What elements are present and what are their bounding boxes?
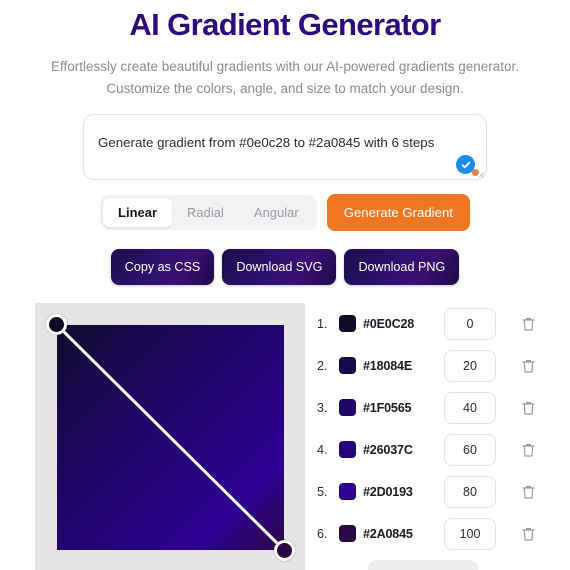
trash-icon	[522, 317, 535, 331]
stop-hex-label: #0E0C28	[363, 316, 415, 331]
tab-angular[interactable]: Angular	[239, 198, 314, 227]
copy-as-css-button[interactable]: Copy as CSS	[110, 249, 215, 286]
delete-stop-button[interactable]	[519, 440, 538, 460]
table-row: 4. #26037C	[317, 433, 570, 466]
gradient-preview-panel[interactable]	[35, 303, 305, 570]
prompt-textarea[interactable]: Generate gradient from #0e0c28 to #2a084…	[83, 114, 487, 181]
editor-area: 1. #0E0C28 2. #18084E	[0, 303, 570, 570]
gradient-canvas[interactable]	[46, 314, 295, 562]
table-row: 6. #2A0845	[317, 517, 570, 550]
stop-index: 1.	[317, 316, 328, 331]
color-swatch[interactable]	[339, 441, 356, 459]
delete-stop-button[interactable]	[519, 314, 538, 334]
stop-index: 4.	[317, 442, 328, 457]
subtitle-line-2: Customize the colors, angle, and size to…	[106, 81, 464, 97]
stop-position-input[interactable]	[444, 307, 496, 340]
color-swatch[interactable]	[339, 483, 356, 501]
page-subtitle: Effortlessly create beautiful gradients …	[0, 56, 570, 101]
color-swatch[interactable]	[339, 315, 356, 333]
trash-icon	[522, 485, 535, 499]
stop-position-input[interactable]	[444, 391, 496, 424]
stop-position-input[interactable]	[444, 433, 496, 466]
add-color-button[interactable]	[368, 560, 478, 570]
stop-hex-label: #2A0845	[363, 526, 413, 541]
tab-linear[interactable]: Linear	[103, 198, 173, 228]
prompt-value: Generate gradient from #0e0c28 to #2a084…	[98, 135, 435, 151]
table-row: 2. #18084E	[317, 349, 570, 382]
table-row: 1. #0E0C28	[317, 307, 570, 340]
trash-icon	[522, 359, 535, 373]
delete-stop-button[interactable]	[519, 398, 538, 418]
download-png-button[interactable]: Download PNG	[344, 249, 460, 286]
trash-icon	[522, 527, 535, 541]
stop-hex-label: #18084E	[363, 358, 413, 373]
color-swatch[interactable]	[339, 525, 356, 543]
color-swatch[interactable]	[339, 357, 356, 375]
gradient-type-tabs: Linear Radial Angular	[100, 195, 317, 231]
tab-radial[interactable]: Radial	[172, 198, 239, 227]
table-row: 3. #1F0565	[317, 391, 570, 424]
delete-stop-button[interactable]	[519, 482, 538, 502]
table-row: 5. #2D0193	[317, 475, 570, 508]
stop-position-input[interactable]	[444, 475, 496, 508]
stop-position-input[interactable]	[444, 349, 496, 382]
stop-position-input[interactable]	[444, 517, 496, 550]
stop-index: 2.	[317, 358, 328, 373]
stop-index: 3.	[317, 400, 328, 415]
export-actions: Copy as CSS Download SVG Download PNG	[0, 249, 570, 286]
stop-index: 6.	[317, 526, 328, 541]
stop-hex-label: #26037C	[363, 442, 413, 457]
stop-hex-label: #1F0565	[363, 400, 412, 415]
subtitle-line-1: Effortlessly create beautiful gradients …	[50, 58, 520, 74]
trash-icon	[522, 443, 535, 457]
page-title: AI Gradient Generator	[129, 7, 441, 42]
color-swatch[interactable]	[339, 399, 356, 417]
gradient-type-controls: Linear Radial Angular Generate Gradient	[0, 194, 570, 232]
resize-handle[interactable]	[474, 167, 484, 178]
stop-hex-label: #2D0193	[363, 484, 413, 499]
gradient-angle-line	[55, 324, 286, 552]
gradient-end-handle[interactable]	[274, 540, 295, 562]
download-svg-button[interactable]: Download SVG	[222, 249, 337, 286]
generate-gradient-button[interactable]: Generate Gradient	[326, 194, 470, 232]
stop-index: 5.	[317, 484, 328, 499]
color-stop-list: 1. #0E0C28 2. #18084E	[317, 303, 570, 550]
app-root: AI Gradient Generator Effortlessly creat…	[0, 0, 570, 570]
delete-stop-button[interactable]	[519, 356, 538, 376]
delete-stop-button[interactable]	[519, 524, 538, 544]
trash-icon	[522, 401, 535, 415]
